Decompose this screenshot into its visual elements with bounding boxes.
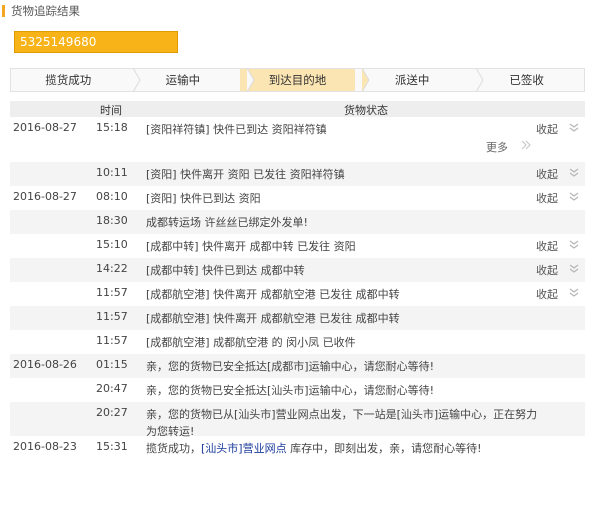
table-row: 11:57 [成都航空港] 快件离开 成都航空港 已发往 成都中转 收起 [10,282,585,306]
row-description: [成都航空港] 快件离开 成都航空港 已发往 成都中转 [146,312,400,325]
table-row: 14:22 [成都中转] 快件已到达 成都中转 收起 [10,258,585,282]
collapse-button[interactable]: 收起 [536,190,558,206]
table-row: 10:11 [资阳] 快件离开 资阳 已发往 资阳祥符镇 收起 [10,162,585,186]
row-time: 18:30 [96,214,128,227]
title-accent-bar [2,5,5,17]
description-text: 库存中，即刻出发，亲，请您耐心等待! [286,442,482,455]
step-label: 运输中 [165,73,201,87]
row-description: 亲，您的货物已安全抵达[汕头市]运输中心，请您耐心等待! [146,384,434,397]
collapse-button[interactable]: 收起 [536,286,558,302]
tracking-number-field[interactable]: 5325149680 [14,31,178,53]
step-4: 已签收 [469,69,584,91]
collapse-button[interactable]: 收起 [536,262,558,278]
table-row: 2016-08-27 08:10 [资阳] 快件已到达 资阳 收起 [10,186,585,210]
column-header-status: 货物状态 [344,104,388,117]
table-row: 20:27 亲，您的货物已从[汕头市]营业网点出发，下一站是[汕头市]运输中心，正… [10,402,585,438]
row-time: 15:10 [96,238,128,251]
chevron-down-icon[interactable] [568,121,580,133]
row-description: [资阳祥符镇] 快件已到达 资阳祥符镇 [146,123,327,136]
row-time: 20:27 [96,406,128,419]
chevron-down-icon[interactable] [568,286,580,298]
step-label: 揽货成功 [45,73,92,87]
progress-steps: 揽货成功 运输中 到达目的地 派送中 已签收 [10,68,585,92]
row-description: [资阳] 快件已到达 资阳 [146,192,261,205]
row-time: 11:57 [96,286,128,299]
step-0: 揽货成功 [11,68,141,92]
row-date: 2016-08-27 [13,190,77,203]
more-button[interactable]: 更多 [486,139,508,155]
row-date: 2016-08-26 [13,358,77,371]
row-time: 11:57 [96,310,128,323]
table-row: 2016-08-26 01:15 亲，您的货物已安全抵达[成都市]运输中心，请您耐心… [10,354,585,378]
page-title: 货物追踪结果 [11,4,80,18]
row-description: [成都航空港] 成都航空港 的 闵小凤 已收件 [146,336,356,349]
step-label: 已签收 [509,73,544,87]
row-description: 亲，您的货物已从[汕头市]营业网点出发，下一站是[汕头市]运输中心，正在努力为您… [146,408,538,438]
step-1: 运输中 [126,68,255,92]
row-description: [成都航空港] 快件离开 成都航空港 已发往 成都中转 [146,288,400,301]
chevron-down-icon[interactable] [568,166,580,178]
row-time: 11:57 [96,334,128,347]
chevron-down-icon[interactable] [568,190,580,202]
step-2: 到达目的地 [240,68,370,92]
row-description: [成都中转] 快件已到达 成都中转 [146,264,305,277]
row-date: 2016-08-27 [13,121,77,134]
chevron-down-icon[interactable] [568,238,580,250]
row-time: 15:18 [96,121,128,134]
table-header: 时间 货物状态 [10,101,585,117]
chevron-down-icon[interactable] [568,262,580,274]
table-row: 2016-08-27 15:18 [资阳祥符镇] 快件已到达 资阳祥符镇 收起更多 [10,117,585,162]
table-row: 18:30 成都转运场 许丝丝已绑定外发单! [10,210,585,234]
step-label: 派送中 [394,73,430,87]
tracking-table: 时间 货物状态 2016-08-27 15:18 [资阳祥符镇] 快件已到达 资阳祥… [10,101,585,460]
collapse-button[interactable]: 收起 [536,238,558,254]
column-header-time: 时间 [100,104,122,117]
row-time: 01:15 [96,358,128,371]
step-3: 派送中 [355,68,484,92]
step-label: 到达目的地 [268,73,327,87]
row-description: 成都转运场 许丝丝已绑定外发单! [146,216,308,229]
row-time: 15:31 [96,440,128,453]
table-row: 11:57 [成都航空港] 成都航空港 的 闵小凤 已收件 [10,330,585,354]
branch-link[interactable]: [汕头市]营业网点 [201,442,287,455]
row-description: 亲，您的货物已安全抵达[成都市]运输中心，请您耐心等待! [146,360,434,373]
chevron-right-icon[interactable] [520,139,532,151]
description-text: 揽货成功， [146,442,201,455]
row-description: [资阳] 快件离开 资阳 已发往 资阳祥符镇 [146,168,345,181]
row-description: [成都中转] 快件离开 成都中转 已发往 资阳 [146,240,356,253]
table-row: 15:10 [成都中转] 快件离开 成都中转 已发往 资阳 收起 [10,234,585,258]
table-row: 20:47 亲，您的货物已安全抵达[汕头市]运输中心，请您耐心等待! [10,378,585,402]
row-time: 10:11 [96,166,128,179]
row-time: 20:47 [96,382,128,395]
table-row: 2016-08-23 15:31 揽货成功，[汕头市]营业网点 库存中，即刻出发，亲… [10,436,585,460]
collapse-button[interactable]: 收起 [536,166,558,182]
collapse-button[interactable]: 收起 [536,121,558,137]
result-title-bar: 货物追踪结果 [0,4,80,18]
row-time: 14:22 [96,262,128,275]
table-row: 11:57 [成都航空港] 快件离开 成都航空港 已发往 成都中转 [10,306,585,330]
row-time: 08:10 [96,190,128,203]
row-date: 2016-08-23 [13,440,77,453]
row-description: 揽货成功，[汕头市]营业网点 库存中，即刻出发，亲，请您耐心等待! [146,440,542,457]
